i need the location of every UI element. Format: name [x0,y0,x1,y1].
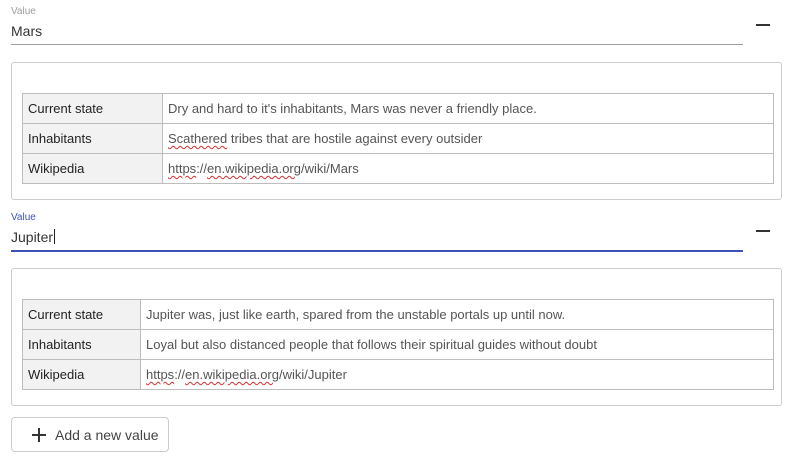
table-row: Inhabitants Loyal but also distanced peo… [22,329,774,360]
row-value: Dry and hard to it's inhabitants, Mars w… [162,93,774,124]
table-row: Current state Dry and hard to it's inhab… [22,93,774,124]
row-key: Inhabitants [22,123,163,154]
value-input-text: Jupiter [11,229,54,245]
text-caret [54,229,56,244]
details-card-mars: Current state Dry and hard to it's inhab… [11,62,782,200]
row-value: Jupiter was, just like earth, spared fro… [140,299,774,330]
link-part: en.wikipedia.org [207,161,301,176]
misspelled-word: Scathered [168,131,228,146]
minus-icon [756,24,770,26]
link-part: en.wikipedia.org [185,367,279,382]
add-value-button[interactable]: Add a new value [11,417,169,452]
table-row: Wikipedia https://en.wikipedia.org/wiki/… [22,359,774,390]
link-part: /wiki/Jupiter [278,367,347,382]
minus-icon [756,230,770,232]
row-key: Wikipedia [22,153,163,184]
details-table: Current state Dry and hard to it's inhab… [22,93,774,184]
row-key: Current state [22,93,163,124]
value-field-label: Value [11,6,36,17]
details-card-jupiter: Current state Jupiter was, just like ear… [11,268,782,406]
wikipedia-link[interactable]: https://en.wikipedia.org/wiki/Mars [162,153,774,184]
link-part: https [146,367,175,382]
details-table: Current state Jupiter was, just like ear… [22,299,774,390]
page: Value Mars Current state Dry and hard to… [0,0,786,460]
remove-value-button[interactable] [752,14,774,36]
row-value: Loyal but also distanced people that fol… [140,329,774,360]
row-value: Scathered tribes that are hostile agains… [162,123,774,154]
link-part: :// [196,161,208,176]
row-key: Inhabitants [22,329,141,360]
table-row: Wikipedia https://en.wikipedia.org/wiki/… [22,153,774,184]
table-row: Current state Jupiter was, just like ear… [22,299,774,330]
add-value-label: Add a new value [55,426,159,443]
link-part: https [168,161,197,176]
value-field-mars[interactable]: Value Mars [11,2,743,45]
table-row: Inhabitants Scathered tribes that are ho… [22,123,774,154]
link-part: :// [174,367,186,382]
value-input[interactable]: Jupiter [11,228,56,246]
wikipedia-link[interactable]: https://en.wikipedia.org/wiki/Jupiter [140,359,774,390]
value-field-jupiter[interactable]: Value Jupiter [11,208,743,252]
plus-icon [32,427,46,442]
row-value-text: tribes that are hostile against every ou… [227,131,483,146]
remove-value-button[interactable] [752,220,774,242]
value-input[interactable]: Mars [11,22,42,40]
link-part: /wiki/Mars [300,161,359,176]
value-field-label: Value [11,212,36,223]
row-key: Wikipedia [22,359,141,390]
row-key: Current state [22,299,141,330]
